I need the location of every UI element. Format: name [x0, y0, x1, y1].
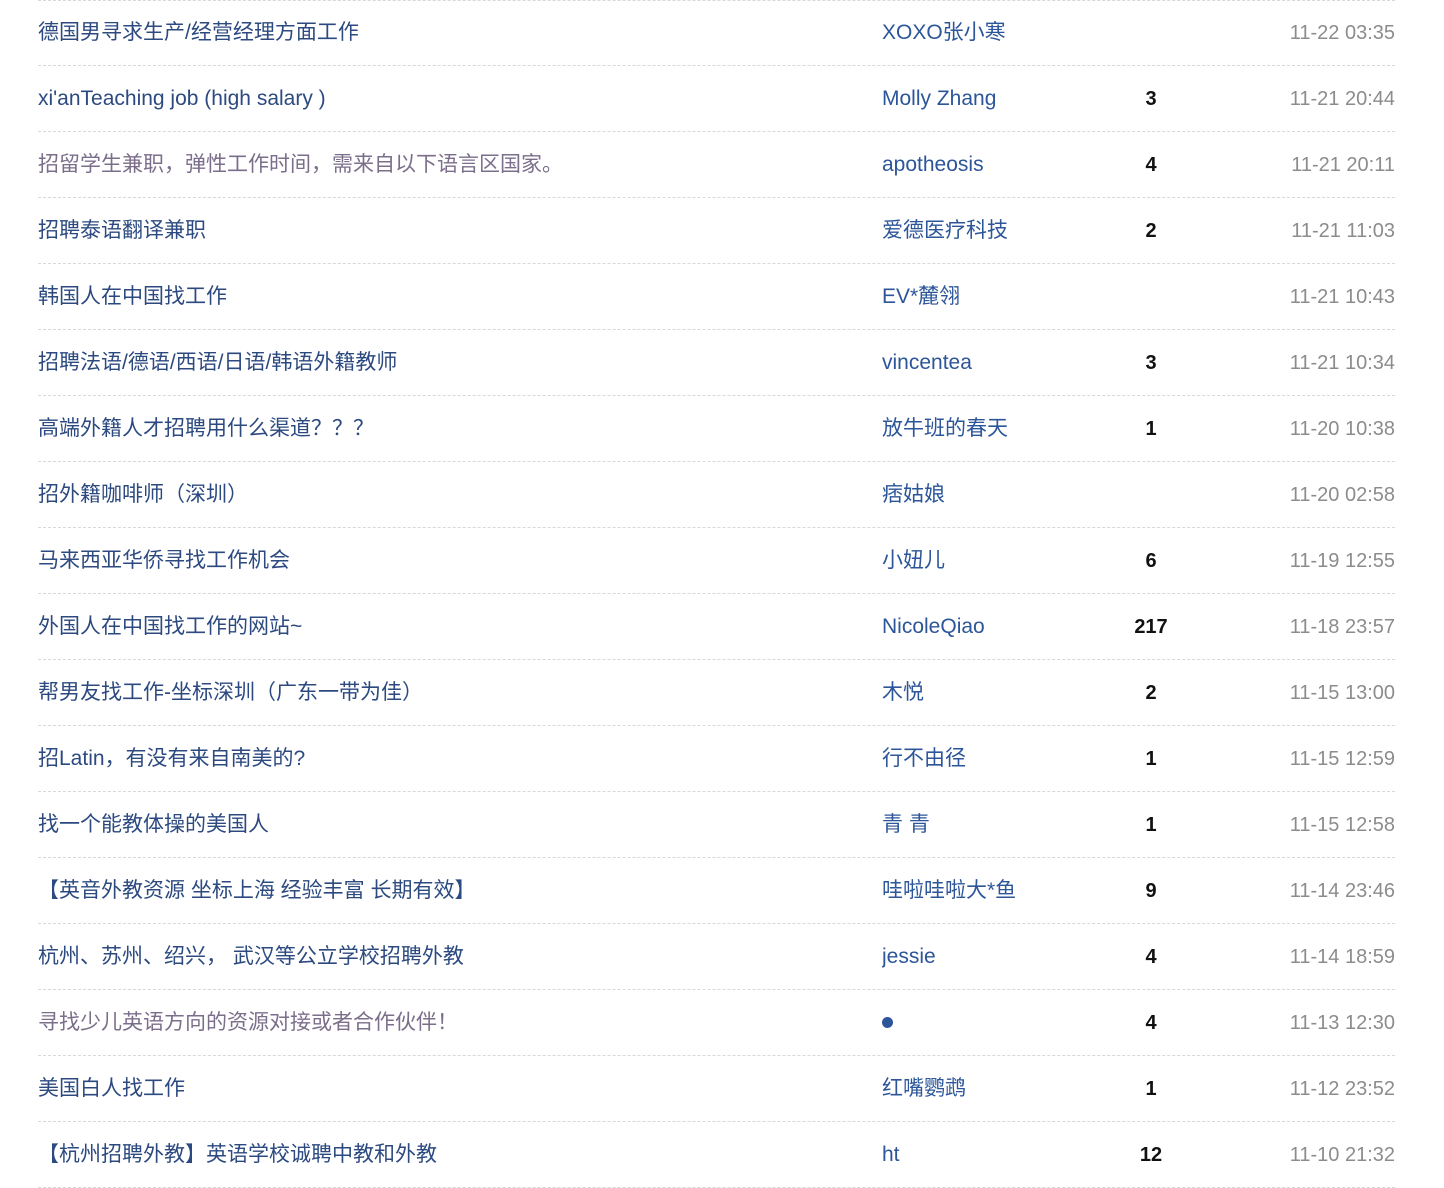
table-row[interactable]: 招Latin，有没有来自南美的? 行不由径 1 11-15 12:59: [0, 726, 1444, 792]
thread-list: 德国男寻求生产/经营经理方面工作 XOXO张小寒 11-22 03:35 xi'anT…: [0, 0, 1444, 1188]
thread-title-link[interactable]: xi'anTeaching job (high salary ): [38, 85, 882, 113]
reply-count: 2: [1145, 220, 1157, 242]
reply-count: 1: [1145, 748, 1157, 770]
thread-author-link[interactable]: 木悦: [882, 679, 1096, 707]
thread-title-link[interactable]: 寻找少儿英语方向的资源对接或者合作伙伴！: [38, 1009, 882, 1037]
thread-title-link[interactable]: 找一个能教体操的美国人: [38, 811, 882, 839]
thread-title-link[interactable]: 高端外籍人才招聘用什么渠道？？？: [38, 415, 882, 443]
thread-timestamp: 11-15 13:00: [1289, 682, 1395, 704]
thread-author-link[interactable]: XOXO张小寒: [882, 19, 1096, 47]
reply-count: 6: [1145, 550, 1157, 572]
thread-title-link[interactable]: 德国男寻求生产/经营经理方面工作: [38, 19, 882, 47]
thread-author-link[interactable]: 红嘴鹦鹉: [882, 1075, 1096, 1103]
thread-timestamp: 11-13 12:30: [1289, 1012, 1395, 1034]
thread-author-link[interactable]: jessie: [882, 943, 1096, 971]
thread-title-link[interactable]: 韩国人在中国找工作: [38, 283, 882, 311]
thread-author-link[interactable]: 小妞儿: [882, 547, 1096, 575]
thread-timestamp: 11-10 21:32: [1289, 1144, 1395, 1166]
reply-count: 3: [1145, 88, 1157, 110]
reply-count: 12: [1139, 1144, 1163, 1166]
reply-count: 4: [1145, 1012, 1157, 1034]
thread-author-link[interactable]: 行不由径: [882, 745, 1096, 773]
dot-icon: [882, 1016, 893, 1028]
thread-timestamp: 11-12 23:52: [1289, 1078, 1395, 1100]
table-row[interactable]: 寻找少儿英语方向的资源对接或者合作伙伴！ 4 11-13 12:30: [0, 990, 1444, 1056]
author-dot-avatar[interactable]: [882, 1009, 1096, 1037]
thread-author-link[interactable]: 爱德医疗科技: [882, 217, 1096, 245]
thread-timestamp: 11-21 10:34: [1289, 352, 1395, 374]
reply-count: 1: [1145, 1078, 1157, 1100]
thread-timestamp: 11-21 20:11: [1291, 154, 1395, 176]
thread-timestamp: 11-18 23:57: [1289, 616, 1395, 638]
table-row[interactable]: 招聘泰语翻译兼职 爱德医疗科技 2 11-21 11:03: [0, 198, 1444, 264]
table-row[interactable]: 马来西亚华侨寻找工作机会 小妞儿 6 11-19 12:55: [0, 528, 1444, 594]
thread-author-link[interactable]: vincentea: [882, 349, 1096, 377]
reply-count: 1: [1145, 418, 1157, 440]
thread-title-link[interactable]: 招外籍咖啡师（深圳）: [38, 481, 882, 509]
thread-title-link[interactable]: 杭州、苏州、绍兴， 武汉等公立学校招聘外教: [38, 943, 882, 971]
table-row[interactable]: 【英音外教资源 坐标上海 经验丰富 长期有效】 哇啦哇啦大*鱼 9 11-14 23:…: [0, 858, 1444, 924]
thread-title-link[interactable]: 马来西亚华侨寻找工作机会: [38, 547, 882, 575]
table-row[interactable]: 高端外籍人才招聘用什么渠道？？？ 放牛班的春天 1 11-20 10:38: [0, 396, 1444, 462]
thread-timestamp: 11-22 03:35: [1289, 22, 1395, 44]
reply-count: 2: [1145, 682, 1157, 704]
thread-timestamp: 11-21 10:43: [1289, 286, 1395, 308]
table-row[interactable]: 招聘法语/德语/西语/日语/韩语外籍教师 vincentea 3 11-21 10:3…: [0, 330, 1444, 396]
thread-timestamp: 11-15 12:59: [1289, 748, 1395, 770]
table-row[interactable]: 招外籍咖啡师（深圳） 痞姑娘 11-20 02:58: [0, 462, 1444, 528]
reply-count: 9: [1145, 880, 1157, 902]
thread-title-link[interactable]: 【英音外教资源 坐标上海 经验丰富 长期有效】: [38, 877, 882, 905]
table-row[interactable]: 德国男寻求生产/经营经理方面工作 XOXO张小寒 11-22 03:35: [0, 0, 1444, 66]
thread-author-link[interactable]: 放牛班的春天: [882, 415, 1096, 443]
thread-timestamp: 11-15 12:58: [1289, 814, 1395, 836]
thread-timestamp: 11-19 12:55: [1289, 550, 1395, 572]
reply-count: 217: [1134, 616, 1168, 638]
thread-title-link[interactable]: 招聘泰语翻译兼职: [38, 217, 882, 245]
thread-title-link[interactable]: 帮男友找工作-坐标深圳（广东一带为佳）: [38, 679, 882, 707]
thread-author-link[interactable]: EV*麓翎: [882, 283, 1096, 311]
thread-author-link[interactable]: NicoleQiao: [882, 613, 1096, 641]
thread-title-link[interactable]: 美国白人找工作: [38, 1075, 882, 1103]
table-row[interactable]: xi'anTeaching job (high salary ) Molly Zh…: [0, 66, 1444, 132]
table-row[interactable]: 杭州、苏州、绍兴， 武汉等公立学校招聘外教 jessie 4 11-14 18:59: [0, 924, 1444, 990]
table-row[interactable]: 外国人在中国找工作的网站~ NicoleQiao 217 11-18 23:57: [0, 594, 1444, 660]
reply-count: 4: [1145, 946, 1157, 968]
table-row[interactable]: 【杭州招聘外教】英语学校诚聘中教和外教 ht 12 11-10 21:32: [0, 1122, 1444, 1188]
reply-count: 4: [1145, 154, 1157, 176]
thread-timestamp: 11-14 18:59: [1289, 946, 1395, 968]
reply-count: 1: [1145, 814, 1157, 836]
thread-title-link[interactable]: 外国人在中国找工作的网站~: [38, 613, 882, 641]
thread-author-link[interactable]: 青 青: [882, 811, 1096, 839]
thread-author-link[interactable]: 哇啦哇啦大*鱼: [882, 877, 1096, 905]
thread-author-link[interactable]: ht: [882, 1141, 1096, 1169]
table-row[interactable]: 招留学生兼职，弹性工作时间，需来自以下语言区国家。 apotheosis 4 11-2…: [0, 132, 1444, 198]
thread-title-link[interactable]: 招Latin，有没有来自南美的?: [38, 745, 882, 773]
thread-title-link[interactable]: 招聘法语/德语/西语/日语/韩语外籍教师: [38, 349, 882, 377]
thread-author-link[interactable]: Molly Zhang: [882, 85, 1096, 113]
thread-title-link[interactable]: 【杭州招聘外教】英语学校诚聘中教和外教: [38, 1141, 882, 1169]
table-row[interactable]: 韩国人在中国找工作 EV*麓翎 11-21 10:43: [0, 264, 1444, 330]
thread-timestamp: 11-21 20:44: [1289, 88, 1395, 110]
thread-author-link[interactable]: 痞姑娘: [882, 481, 1096, 509]
reply-count: 3: [1145, 352, 1157, 374]
table-row[interactable]: 美国白人找工作 红嘴鹦鹉 1 11-12 23:52: [0, 1056, 1444, 1122]
thread-author-link[interactable]: apotheosis: [882, 151, 1096, 179]
thread-timestamp: 11-20 10:38: [1289, 418, 1395, 440]
thread-timestamp: 11-21 11:03: [1291, 220, 1395, 242]
table-row[interactable]: 找一个能教体操的美国人青 青 1 11-15 12:58: [0, 792, 1444, 858]
thread-timestamp: 11-14 23:46: [1289, 880, 1395, 902]
thread-timestamp: 11-20 02:58: [1289, 484, 1395, 506]
thread-title-link[interactable]: 招留学生兼职，弹性工作时间，需来自以下语言区国家。: [38, 151, 882, 179]
table-row[interactable]: 帮男友找工作-坐标深圳（广东一带为佳） 木悦 2 11-15 13:00: [0, 660, 1444, 726]
